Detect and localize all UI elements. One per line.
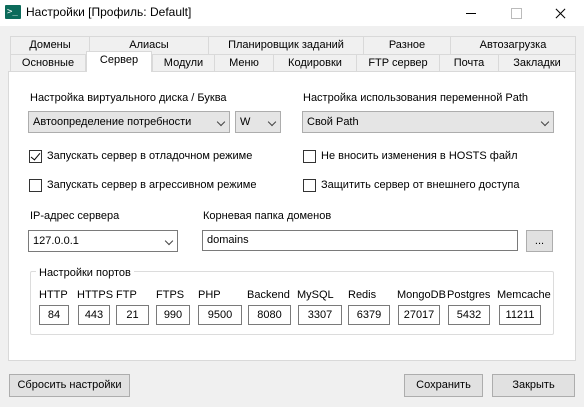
ip-select[interactable]: 127.0.0.1: [28, 230, 178, 252]
close-window-button[interactable]: [538, 0, 584, 26]
ports-group: [30, 271, 554, 335]
port-label-postgres: Postgres: [447, 289, 491, 301]
protect-server-label: Защитить сервер от внешнего доступа: [321, 179, 520, 191]
debug-mode-checkbox[interactable]: Запускать сервер в отладочном режиме: [29, 149, 269, 165]
disk-letter-value: W: [240, 116, 251, 128]
ip-label: IP-адрес сервера: [30, 210, 120, 222]
port-input-http[interactable]: 84: [39, 305, 69, 325]
aggressive-mode-label: Запускать сервер в агрессивном режиме: [47, 179, 257, 191]
port-label-http: HTTP: [39, 289, 68, 301]
port-input-mongodb[interactable]: 27017: [398, 305, 440, 325]
aggressive-mode-checkbox[interactable]: Запускать сервер в агрессивном режиме: [29, 178, 269, 194]
domains-root-label: Корневая папка доменов: [203, 210, 332, 222]
tab-domains[interactable]: Домены: [10, 36, 90, 54]
title-bar: >_ Настройки [Профиль: Default]: [0, 0, 584, 26]
port-input-ftp[interactable]: 21: [116, 305, 149, 325]
tab-modules[interactable]: Модули: [152, 54, 215, 72]
path-label: Настройка использования переменной Path: [303, 92, 529, 104]
path-value: Свой Path: [307, 116, 359, 128]
virtual-disk-label: Настройка виртуального диска / Буква: [30, 92, 227, 104]
port-label-php: PHP: [198, 289, 221, 301]
port-label-backend: Backend: [247, 289, 290, 301]
no-hosts-checkbox[interactable]: Не вносить изменения в HOSTS файл: [303, 149, 543, 165]
app-icon: >_: [5, 5, 21, 19]
port-label-mysql: MySQL: [297, 289, 334, 301]
port-input-backend[interactable]: 8080: [248, 305, 291, 325]
port-input-postgres[interactable]: 5432: [448, 305, 490, 325]
ports-group-title: Настройки портов: [36, 267, 134, 279]
chevron-down-icon: [216, 117, 226, 127]
checkbox-box: [303, 150, 316, 163]
port-label-redis: Redis: [348, 289, 377, 301]
port-label-ftp: FTP: [116, 289, 137, 301]
chevron-down-icon: [164, 236, 174, 246]
debug-mode-label: Запускать сервер в отладочном режиме: [47, 150, 253, 162]
reset-settings-button[interactable]: Сбросить настройки: [9, 374, 130, 397]
checkbox-box: [29, 150, 42, 163]
port-input-redis[interactable]: 6379: [348, 305, 390, 325]
port-label-memcache: Memcache: [497, 289, 551, 301]
chevron-down-icon: [540, 117, 550, 127]
checkbox-box: [303, 179, 316, 192]
tab-autostart[interactable]: Автозагрузка: [450, 36, 576, 54]
protect-server-checkbox[interactable]: Защитить сервер от внешнего доступа: [303, 178, 543, 194]
browse-button[interactable]: ...: [526, 230, 553, 252]
port-label-https: HTTPS: [77, 289, 114, 301]
tab-misc[interactable]: Разное: [363, 36, 451, 54]
no-hosts-label: Не вносить изменения в HOSTS файл: [321, 150, 518, 162]
minimize-button[interactable]: [448, 0, 494, 26]
port-input-php[interactable]: 9500: [198, 305, 242, 325]
port-input-ftps[interactable]: 990: [156, 305, 190, 325]
tab-general[interactable]: Основные: [10, 54, 86, 72]
tab-scheduler[interactable]: Планировщик заданий: [208, 36, 364, 54]
tab-ftp-server[interactable]: FTP сервер: [356, 54, 440, 72]
domains-root-input[interactable]: domains: [202, 230, 518, 251]
virtual-disk-select[interactable]: Автоопределение потребности: [28, 111, 230, 133]
port-input-mysql[interactable]: 3307: [298, 305, 342, 325]
window-title: Настройки [Профиль: Default]: [26, 5, 192, 19]
tab-server[interactable]: Сервер: [86, 51, 152, 72]
tab-mail[interactable]: Почта: [439, 54, 499, 72]
checkbox-box: [29, 179, 42, 192]
chevron-down-icon: [267, 117, 277, 127]
maximize-button: [493, 0, 539, 26]
tab-menu[interactable]: Меню: [214, 54, 274, 72]
disk-letter-select[interactable]: W: [235, 111, 281, 133]
save-button[interactable]: Сохранить: [404, 374, 483, 397]
port-label-mongodb: MongoDB: [397, 289, 446, 301]
port-input-https[interactable]: 443: [78, 305, 110, 325]
path-select[interactable]: Свой Path: [302, 111, 554, 133]
port-input-memcache[interactable]: 11211: [499, 305, 541, 325]
ip-value: 127.0.0.1: [33, 235, 79, 247]
tab-encodings[interactable]: Кодировки: [273, 54, 357, 72]
tab-bookmarks[interactable]: Закладки: [498, 54, 576, 72]
close-button[interactable]: Закрыть: [492, 374, 575, 397]
virtual-disk-value: Автоопределение потребности: [33, 116, 192, 128]
port-label-ftps: FTPS: [156, 289, 185, 301]
